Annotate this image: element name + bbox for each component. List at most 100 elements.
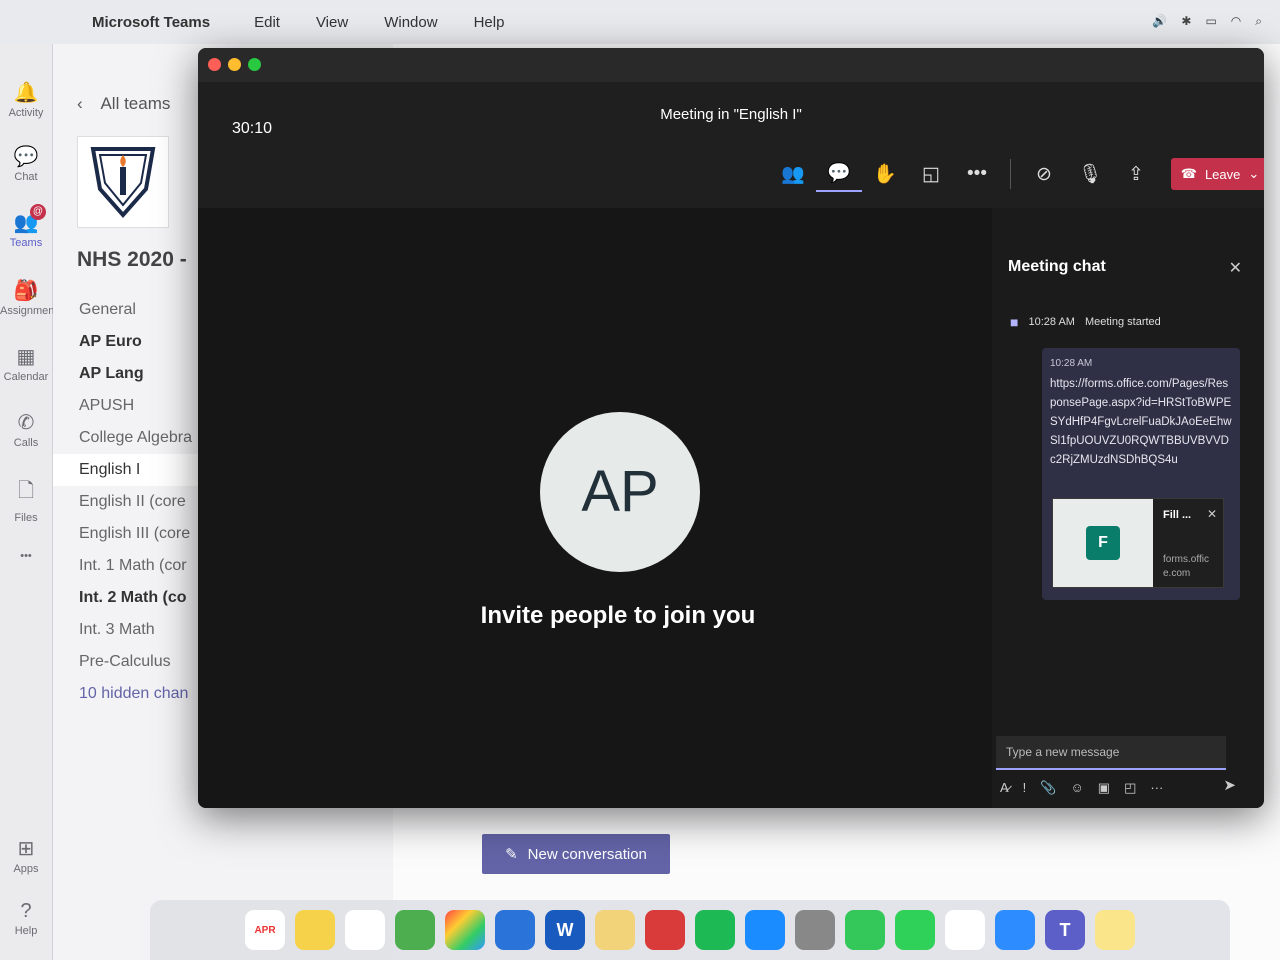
mention-badge: @ [30, 204, 46, 220]
video-camera-icon: ■ [1010, 314, 1019, 330]
compose-icon: ✎ [505, 846, 518, 863]
rail-teams[interactable]: 👥 Teams @ [0, 204, 52, 249]
assignments-icon: 🎒 [13, 280, 39, 302]
maps-app-icon[interactable] [395, 910, 435, 950]
menu-view[interactable]: View [316, 14, 348, 31]
team-name: NHS 2020 - [77, 248, 187, 271]
participants-icon[interactable]: 👥 [770, 157, 816, 191]
chat-message: 10:28 AM https://forms.office.com/Pages/… [1042, 348, 1240, 600]
chevron-down-icon[interactable]: ⌄ [1248, 166, 1259, 182]
more-options-icon[interactable]: ··· [1150, 780, 1163, 796]
calendar-icon: ▦ [16, 346, 36, 368]
photo-booth-app-icon[interactable] [645, 910, 685, 950]
zoom-app-icon[interactable] [995, 910, 1035, 950]
more-actions-icon[interactable]: ••• [954, 157, 1000, 191]
bluetooth-icon[interactable]: ✱ [1181, 14, 1191, 29]
invite-message: Invite people to join you [480, 602, 756, 629]
chat-icon: 💬 [13, 146, 39, 168]
notes-app-icon[interactable] [295, 910, 335, 950]
link-preview-card[interactable]: F Fill ... ✕ forms.office.com [1052, 498, 1224, 588]
chevron-left-icon: ‹ [77, 94, 83, 113]
menu-window[interactable]: Window [384, 14, 437, 31]
spotlight-icon[interactable]: ⌕ [1255, 14, 1262, 29]
raise-hand-icon[interactable]: ✋ [862, 157, 908, 191]
more-apps-icon[interactable]: ••• [0, 550, 52, 562]
camera-off-icon[interactable]: ⊘ [1021, 157, 1067, 191]
minimize-window-button[interactable] [228, 58, 241, 71]
rail-help[interactable]: ? Help [0, 900, 52, 937]
meeting-title: Meeting in "English I" [660, 106, 802, 123]
mic-off-icon[interactable]: 🎙 [1067, 157, 1113, 191]
rail-calendar[interactable]: ▦ Calendar [0, 344, 52, 383]
breakout-rooms-icon[interactable]: ◱ [908, 157, 954, 191]
menu-bar: Microsoft Teams Edit View Window Help 🔊 … [0, 0, 1280, 45]
teams-app-icon[interactable]: T [1045, 910, 1085, 950]
reminders-app-icon[interactable] [345, 910, 385, 950]
meeting-chat-panel: Meeting chat ✕ ■ 10:28 AM Meeting starte… [992, 208, 1264, 808]
message-link[interactable]: https://forms.office.com/Pages/ResponseP… [1050, 375, 1232, 470]
rail-files[interactable]: 🗋 Files [0, 476, 52, 524]
apps-icon: ⊞ [17, 838, 35, 860]
app-menu[interactable]: Microsoft Teams [92, 14, 210, 31]
photos-app-icon[interactable] [445, 910, 485, 950]
menu-help[interactable]: Help [474, 14, 505, 31]
chat-toggle-icon[interactable]: 💬 [816, 156, 862, 192]
close-icon[interactable]: ✕ [1207, 507, 1217, 521]
zoom-window-button[interactable] [248, 58, 261, 71]
calendar-app-icon[interactable]: APR [245, 910, 285, 950]
nhs-seal-icon [90, 147, 156, 219]
rail-activity[interactable]: 🔔 Activity [0, 80, 52, 119]
system-message: ■ 10:28 AM Meeting started [1010, 314, 1161, 330]
system-preferences-icon[interactable] [795, 910, 835, 950]
bell-icon: 🔔 [13, 82, 39, 104]
important-icon[interactable]: ! [1023, 780, 1027, 796]
keynote-app-icon[interactable] [495, 910, 535, 950]
app-store-icon[interactable] [745, 910, 785, 950]
messages-app-icon[interactable] [845, 910, 885, 950]
word-app-icon[interactable]: W [545, 910, 585, 950]
message-input[interactable] [996, 736, 1218, 768]
rail-calls[interactable]: ✆ Calls [0, 410, 52, 449]
close-icon[interactable]: ✕ [1229, 258, 1242, 278]
phone-icon: ✆ [17, 412, 35, 434]
toolbar-divider [1010, 159, 1011, 189]
battery-icon[interactable]: ▭ [1205, 14, 1216, 29]
leave-button[interactable]: ☎ Leave ⌄ [1171, 158, 1264, 190]
gif-icon[interactable]: ▣ [1098, 780, 1110, 796]
share-screen-icon[interactable]: ⇪ [1113, 157, 1159, 191]
chat-title: Meeting chat [1008, 258, 1106, 275]
card-thumbnail: F [1053, 499, 1153, 587]
card-domain: forms.office.com [1163, 554, 1209, 579]
attach-icon[interactable]: 📎 [1040, 780, 1056, 796]
compose-box[interactable] [996, 736, 1226, 770]
close-window-button[interactable] [208, 58, 221, 71]
menu-edit[interactable]: Edit [254, 14, 280, 31]
send-icon[interactable]: ➤ [1223, 776, 1236, 794]
chrome-app-icon[interactable] [945, 910, 985, 950]
card-title: Fill ... [1163, 509, 1192, 521]
video-stage: AP Invite people to join you [198, 208, 992, 808]
spotify-app-icon[interactable] [695, 910, 735, 950]
ms-forms-icon: F [1086, 526, 1120, 560]
message-time: 10:28 AM [1050, 358, 1093, 369]
new-conversation-button[interactable]: ✎ New conversation [482, 834, 670, 874]
meeting-timer: 30:10 [232, 120, 273, 137]
stickies-app-icon[interactable] [1095, 910, 1135, 950]
emoji-icon[interactable]: ☺ [1070, 780, 1083, 796]
all-teams-link[interactable]: ‹ All teams [77, 94, 170, 114]
meeting-window: Meeting in "English I" 30:10 👥 💬 ✋ ◱ •••… [198, 48, 1264, 808]
macos-dock: APR W T [150, 900, 1230, 960]
desktop: Microsoft Teams Edit View Window Help 🔊 … [0, 0, 1280, 960]
rail-assignments[interactable]: 🎒 Assignments [0, 278, 63, 317]
wifi-icon[interactable]: ◠ [1231, 14, 1241, 29]
pages-app-icon[interactable] [595, 910, 635, 950]
meeting-toolbar: 👥 💬 ✋ ◱ ••• ⊘ 🎙 ⇪ ☎ Leave ⌄ [770, 156, 1264, 192]
sticker-icon[interactable]: ◰ [1124, 780, 1136, 796]
facetime-app-icon[interactable] [895, 910, 935, 950]
rail-chat[interactable]: 💬 Chat [0, 144, 52, 183]
volume-icon[interactable]: 🔊 [1152, 14, 1167, 29]
file-icon: 🗋 [17, 480, 35, 502]
team-logo [77, 136, 169, 228]
rail-apps[interactable]: ⊞ Apps [0, 836, 52, 875]
format-icon[interactable]: A̷ [1000, 780, 1009, 796]
